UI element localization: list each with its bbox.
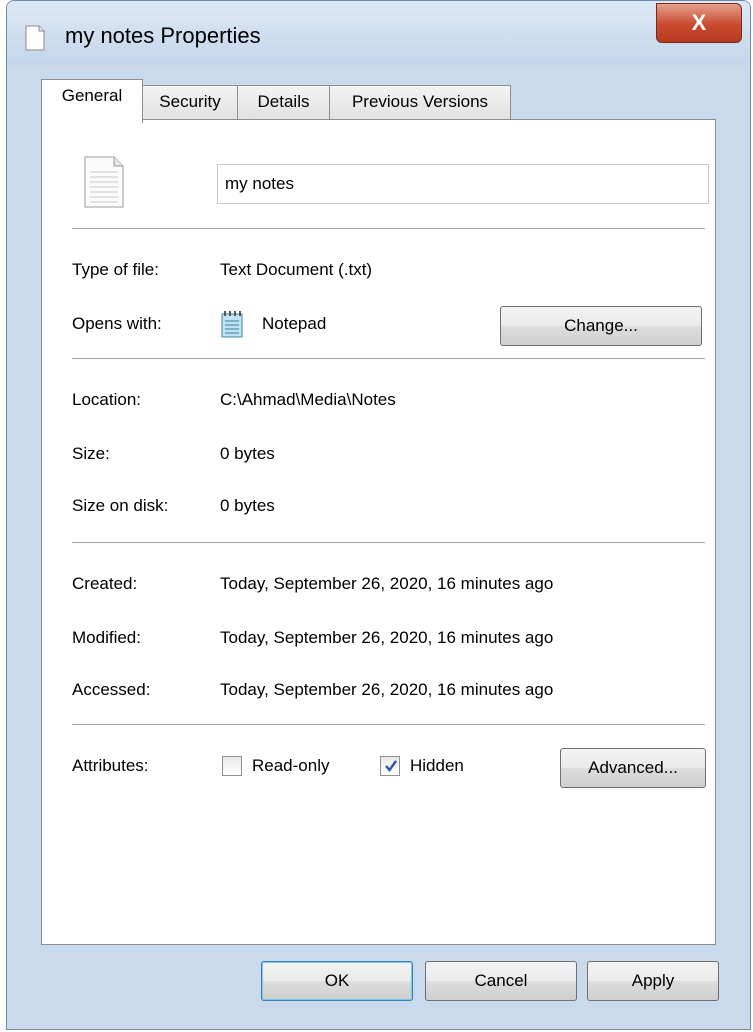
modified-label: Modified:	[72, 628, 141, 647]
notepad-icon	[221, 311, 243, 338]
checkmark-icon	[385, 760, 397, 772]
created-value: Today, September 26, 2020, 16 minutes ag…	[220, 574, 554, 593]
separator	[72, 358, 705, 359]
separator	[72, 724, 705, 725]
tab-security[interactable]: Security	[142, 85, 238, 119]
tab-previous-versions[interactable]: Previous Versions	[329, 85, 511, 119]
tab-details[interactable]: Details	[237, 85, 330, 119]
location-value: C:\Ahmad\Media\Notes	[220, 390, 396, 409]
read-only-label[interactable]: Read-only	[252, 756, 330, 776]
ok-button[interactable]: OK	[261, 961, 413, 1001]
title-bar[interactable]: my notes Properties X	[7, 1, 750, 65]
accessed-label: Accessed:	[72, 680, 151, 699]
change-button[interactable]: Change...	[500, 306, 702, 346]
type-of-file-label: Type of file:	[72, 260, 159, 279]
created-label: Created:	[72, 574, 138, 593]
attributes-label: Attributes:	[72, 756, 149, 775]
type-of-file-value: Text Document (.txt)	[220, 260, 373, 279]
text-file-icon	[25, 25, 45, 51]
opens-with-value: Notepad	[262, 314, 327, 333]
file-name-input[interactable]	[217, 164, 709, 204]
accessed-value: Today, September 26, 2020, 16 minutes ag…	[220, 680, 554, 699]
text-document-icon	[84, 156, 124, 208]
size-label: Size:	[72, 444, 110, 463]
modified-value: Today, September 26, 2020, 16 minutes ag…	[220, 628, 554, 647]
apply-button[interactable]: Apply	[587, 961, 719, 1001]
separator	[72, 542, 705, 543]
hidden-label[interactable]: Hidden	[410, 756, 464, 776]
read-only-checkbox[interactable]	[222, 756, 242, 776]
location-label: Location:	[72, 390, 141, 409]
size-value: 0 bytes	[220, 444, 275, 463]
close-icon: X	[691, 10, 707, 35]
size-on-disk-value: 0 bytes	[220, 496, 275, 515]
tab-general[interactable]: General	[41, 79, 143, 123]
general-panel: Type of file: Text Document (.txt) Opens…	[41, 119, 716, 945]
window-title: my notes Properties	[65, 23, 261, 48]
close-button[interactable]: X	[656, 3, 742, 43]
size-on-disk-label: Size on disk:	[72, 496, 169, 515]
cancel-button[interactable]: Cancel	[425, 961, 577, 1001]
hidden-checkbox[interactable]	[380, 756, 400, 776]
advanced-button[interactable]: Advanced...	[560, 748, 706, 788]
separator	[72, 228, 705, 229]
properties-window: my notes Properties X General Security D…	[6, 0, 751, 1030]
opens-with-label: Opens with:	[72, 314, 162, 333]
